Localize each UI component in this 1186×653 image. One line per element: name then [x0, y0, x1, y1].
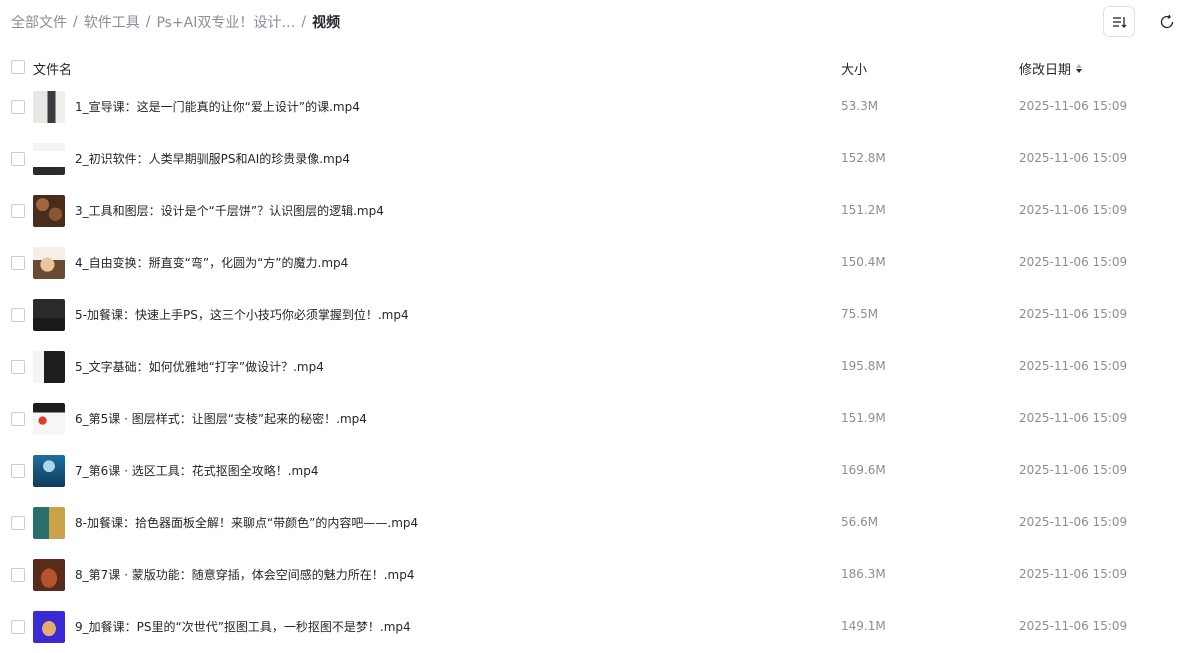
file-name[interactable]: 8-加餐课：拾色器面板全解！来聊点“带颜色”的内容吧——.mp4 [75, 514, 418, 531]
file-name[interactable]: 6_第5课 · 图层样式：让图层“支棱”起来的秘密！.mp4 [75, 410, 367, 427]
breadcrumb-item-software-tools[interactable]: 软件工具 [84, 12, 140, 32]
file-modified-date: 2025-11-06 15:09 [1019, 307, 1128, 321]
file-modified-date: 2025-11-06 15:09 [1019, 151, 1128, 165]
table-row[interactable]: 5-加餐课：快速上手PS，这三个小技巧你必须掌握到位！.mp4 75.5M 2025… [0, 289, 1186, 341]
breadcrumb-item-all-files[interactable]: 全部文件 [11, 12, 67, 32]
sort-button[interactable] [1103, 6, 1135, 37]
file-size: 149.1M [841, 619, 886, 633]
file-modified-date: 2025-11-06 15:09 [1019, 515, 1128, 529]
file-name[interactable]: 9_加餐课：PS里的“次世代”抠图工具，一秒抠图不是梦！.mp4 [75, 618, 411, 635]
file-modified-date: 2025-11-06 15:09 [1019, 203, 1128, 217]
file-size: 152.8M [841, 151, 886, 165]
video-thumbnail [33, 559, 65, 591]
row-checkbox[interactable] [11, 412, 25, 426]
table-row[interactable]: 8_第7课 · 蒙版功能：随意穿插，体会空间感的魅力所在！.mp4 186.3M 2… [0, 549, 1186, 601]
row-checkbox[interactable] [11, 516, 25, 530]
file-modified-date: 2025-11-06 15:09 [1019, 567, 1128, 581]
refresh-button[interactable] [1155, 10, 1179, 34]
row-checkbox[interactable] [11, 620, 25, 634]
table-row[interactable]: 4_自由变换：掰直变“弯”，化圆为“方”的魔力.mp4 150.4M 2025-11… [0, 237, 1186, 289]
file-name[interactable]: 2_初识软件：人类早期驯服PS和AI的珍贵录像.mp4 [75, 150, 350, 167]
file-size: 53.3M [841, 99, 879, 113]
video-thumbnail [33, 403, 65, 435]
file-name[interactable]: 1_宣导课：这是一门能真的让你“爱上设计”的课.mp4 [75, 98, 360, 115]
breadcrumb-separator: / [145, 14, 151, 30]
breadcrumb-item-course-folder[interactable]: Ps+AI双专业！设计… [156, 12, 295, 32]
file-modified-date: 2025-11-06 15:09 [1019, 359, 1128, 373]
breadcrumb-current-folder: 视频 [312, 15, 341, 31]
table-row[interactable]: 5_文字基础：如何优雅地“打字”做设计？.mp4 195.8M 2025-11-06… [0, 341, 1186, 393]
file-size: 150.4M [841, 255, 886, 269]
row-checkbox[interactable] [11, 152, 25, 166]
file-size: 169.6M [841, 463, 886, 477]
column-header-date[interactable]: 修改日期 [1019, 59, 1083, 78]
breadcrumb-separator: / [301, 14, 307, 30]
sort-caret-icon [1076, 64, 1083, 73]
file-modified-date: 2025-11-06 15:09 [1019, 255, 1128, 269]
row-checkbox[interactable] [11, 204, 25, 218]
table-row[interactable]: 9_加餐课：PS里的“次世代”抠图工具，一秒抠图不是梦！.mp4 149.1M 20… [0, 601, 1186, 653]
video-thumbnail [33, 611, 65, 643]
row-checkbox[interactable] [11, 360, 25, 374]
video-thumbnail [33, 351, 65, 383]
file-name[interactable]: 7_第6课 · 选区工具：花式抠图全攻略！.mp4 [75, 462, 318, 479]
row-checkbox[interactable] [11, 464, 25, 478]
file-size: 186.3M [841, 567, 886, 581]
file-size: 195.8M [841, 359, 886, 373]
row-checkbox[interactable] [11, 256, 25, 270]
file-modified-date: 2025-11-06 15:09 [1019, 619, 1128, 633]
video-thumbnail [33, 143, 65, 175]
select-all-checkbox[interactable] [11, 60, 25, 74]
table-row[interactable]: 6_第5课 · 图层样式：让图层“支棱”起来的秘密！.mp4 151.9M 2025… [0, 393, 1186, 445]
video-thumbnail [33, 299, 65, 331]
file-size: 75.5M [841, 307, 879, 321]
file-name[interactable]: 5-加餐课：快速上手PS，这三个小技巧你必须掌握到位！.mp4 [75, 306, 409, 323]
table-row[interactable]: 8-加餐课：拾色器面板全解！来聊点“带颜色”的内容吧——.mp4 56.6M 202… [0, 497, 1186, 549]
refresh-icon [1160, 14, 1174, 29]
video-thumbnail [33, 195, 65, 227]
file-name[interactable]: 3_工具和图层：设计是个“千层饼”？认识图层的逻辑.mp4 [75, 202, 384, 219]
breadcrumb: 全部文件 / 软件工具 / Ps+AI双专业！设计… / 视频 [11, 12, 340, 32]
file-name[interactable]: 4_自由变换：掰直变“弯”，化圆为“方”的魔力.mp4 [75, 254, 348, 271]
file-size: 151.2M [841, 203, 886, 217]
table-row[interactable]: 1_宣导课：这是一门能真的让你“爱上设计”的课.mp4 53.3M 2025-11-… [0, 81, 1186, 133]
video-thumbnail [33, 247, 65, 279]
file-size: 151.9M [841, 411, 886, 425]
file-modified-date: 2025-11-06 15:09 [1019, 463, 1128, 477]
file-list-header: 文件名 大小 修改日期 [0, 52, 1186, 82]
row-checkbox[interactable] [11, 100, 25, 114]
top-bar: 全部文件 / 软件工具 / Ps+AI双专业！设计… / 视频 [0, 0, 1186, 42]
sort-list-icon [1113, 16, 1127, 28]
table-row[interactable]: 7_第6课 · 选区工具：花式抠图全攻略！.mp4 169.6M 2025-11-0… [0, 445, 1186, 497]
row-checkbox[interactable] [11, 568, 25, 582]
breadcrumb-separator: / [73, 14, 78, 30]
file-modified-date: 2025-11-06 15:09 [1019, 99, 1128, 113]
video-thumbnail [33, 91, 65, 123]
table-row[interactable]: 3_工具和图层：设计是个“千层饼”？认识图层的逻辑.mp4 151.2M 2025-… [0, 185, 1186, 237]
file-name[interactable]: 5_文字基础：如何优雅地“打字”做设计？.mp4 [75, 358, 324, 375]
file-modified-date: 2025-11-06 15:09 [1019, 411, 1128, 425]
file-name[interactable]: 8_第7课 · 蒙版功能：随意穿插，体会空间感的魅力所在！.mp4 [75, 566, 414, 583]
row-checkbox[interactable] [11, 308, 25, 322]
column-header-size: 大小 [841, 63, 868, 78]
video-thumbnail [33, 507, 65, 539]
table-row[interactable]: 2_初识软件：人类早期驯服PS和AI的珍贵录像.mp4 152.8M 2025-11… [0, 133, 1186, 185]
file-size: 56.6M [841, 515, 879, 529]
column-header-date-label: 修改日期 [1019, 63, 1072, 78]
column-header-name: 文件名 [33, 63, 73, 78]
video-thumbnail [33, 455, 65, 487]
